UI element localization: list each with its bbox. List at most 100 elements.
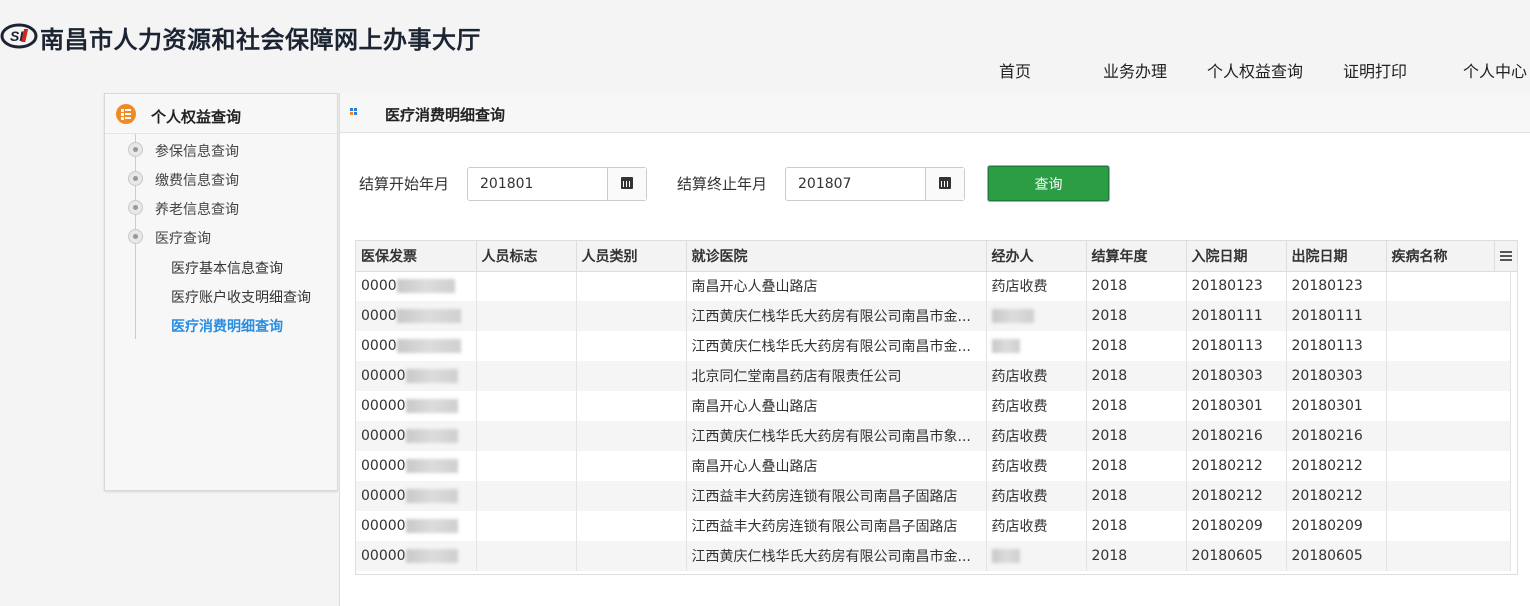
sidebar-sub-medical-account[interactable]: 医疗账户收支明细查询: [171, 287, 311, 307]
cell-hospital: 南昌开心人叠山路店: [686, 391, 987, 421]
cell-year: 2018: [1086, 451, 1187, 481]
cell-handler: 药店收费: [986, 451, 1087, 481]
nav-certificate-print[interactable]: 证明打印: [1343, 58, 1407, 82]
sidebar-item-medical[interactable]: 医疗查询: [155, 228, 211, 248]
cell-discharge-date: 20180111: [1286, 301, 1387, 331]
table-row[interactable]: 00000 江西黄庆仁栈华氏大药房有限公司南昌市象... 药店收费 2018 2…: [356, 421, 1511, 451]
redacted-mask: [396, 339, 461, 353]
calendar-icon[interactable]: [925, 168, 964, 200]
cell-disease: [1386, 301, 1511, 331]
column-header[interactable]: 医保发票: [356, 241, 477, 272]
cell-person-flag: [476, 391, 577, 421]
cell-invoice: 0000: [356, 331, 477, 361]
table-row[interactable]: 00000 南昌开心人叠山路店 药店收费 2018 20180212 20180…: [356, 451, 1511, 481]
table-row[interactable]: 0000 南昌开心人叠山路店 药店收费 2018 20180123 201801…: [356, 271, 1511, 301]
cell-person-type: [576, 481, 687, 511]
nav-personal-center[interactable]: 个人中心: [1463, 58, 1527, 82]
cell-admission-date: 20180216: [1186, 421, 1287, 451]
redacted-mask: [396, 279, 455, 294]
main-header: 医疗消费明细查询: [340, 93, 1530, 133]
table-row[interactable]: 00000 江西黄庆仁栈华氏大药房有限公司南昌市金... 2018 201806…: [356, 541, 1511, 571]
redacted-mask: [991, 339, 1020, 353]
cell-person-flag: [476, 271, 577, 301]
nav-personal-rights[interactable]: 个人权益查询: [1207, 58, 1303, 82]
cell-disease: [1386, 271, 1511, 301]
cell-invoice: 00000: [356, 361, 477, 391]
cell-person-type: [576, 331, 687, 361]
redacted-mask: [405, 459, 458, 473]
grid-icon: [350, 108, 358, 116]
column-header[interactable]: 出院日期: [1286, 241, 1387, 272]
start-month-input[interactable]: [468, 168, 607, 200]
search-button[interactable]: 查询: [988, 166, 1109, 201]
end-month-input[interactable]: [786, 168, 925, 200]
column-header[interactable]: 经办人: [986, 241, 1087, 272]
cell-year: 2018: [1086, 301, 1187, 331]
cell-discharge-date: 20180209: [1286, 511, 1387, 541]
column-header[interactable]: 人员标志: [476, 241, 577, 272]
column-header[interactable]: 结算年度: [1086, 241, 1187, 272]
column-header[interactable]: 入院日期: [1186, 241, 1287, 272]
sidebar-sub-medical-basic[interactable]: 医疗基本信息查询: [171, 258, 283, 278]
redacted-mask: [405, 489, 458, 503]
sidebar-header: 个人权益查询: [105, 94, 337, 134]
nav-home[interactable]: 首页: [999, 58, 1031, 82]
cell-admission-date: 20180212: [1186, 481, 1287, 511]
redacted-mask: [405, 429, 458, 443]
sidebar-title: 个人权益查询: [151, 108, 242, 126]
table-row[interactable]: 0000 江西黄庆仁栈华氏大药房有限公司南昌市金... 2018 2018011…: [356, 301, 1511, 331]
cell-discharge-date: 20180303: [1286, 361, 1387, 391]
sidebar-item-insurance-info[interactable]: 参保信息查询: [155, 141, 239, 161]
cell-hospital: 江西黄庆仁栈华氏大药房有限公司南昌市金...: [686, 541, 987, 571]
cell-hospital: 江西黄庆仁栈华氏大药房有限公司南昌市金...: [686, 301, 987, 331]
cell-discharge-date: 20180212: [1286, 451, 1387, 481]
list-icon: [116, 104, 136, 124]
cell-year: 2018: [1086, 421, 1187, 451]
cell-year: 2018: [1086, 331, 1187, 361]
table-row[interactable]: 00000 南昌开心人叠山路店 药店收费 2018 20180301 20180…: [356, 391, 1511, 421]
cell-handler: 药店收费: [986, 391, 1087, 421]
column-header[interactable]: 就诊医院: [686, 241, 987, 272]
results-table: 医保发票 人员标志 人员类别 就诊医院 经办人 结算年度 入院日期 出院日期 疾…: [355, 240, 1518, 575]
table-row[interactable]: 00000 江西益丰大药房连锁有限公司南昌子固路店 药店收费 2018 2018…: [356, 511, 1511, 541]
cell-person-type: [576, 271, 687, 301]
cell-hospital: 江西黄庆仁栈华氏大药房有限公司南昌市象...: [686, 421, 987, 451]
cell-invoice: 0000: [356, 301, 477, 331]
cell-discharge-date: 20180212: [1286, 481, 1387, 511]
redacted-mask: [396, 309, 461, 323]
cell-invoice: 00000: [356, 391, 477, 421]
cell-person-type: [576, 511, 687, 541]
cell-person-type: [576, 391, 687, 421]
table-row[interactable]: 00000 江西益丰大药房连锁有限公司南昌子固路店 药店收费 2018 2018…: [356, 481, 1511, 511]
cell-invoice: 0000: [356, 271, 477, 301]
cell-handler: [986, 301, 1087, 331]
cell-invoice: 00000: [356, 421, 477, 451]
end-month-label: 结算终止年月: [677, 175, 768, 193]
cell-year: 2018: [1086, 481, 1187, 511]
calendar-icon[interactable]: [607, 168, 646, 200]
column-header[interactable]: 人员类别: [576, 241, 687, 272]
cell-year: 2018: [1086, 271, 1187, 301]
cell-disease: [1386, 361, 1511, 391]
end-month-field: [785, 167, 965, 201]
sidebar-item-payment-info[interactable]: 缴费信息查询: [155, 170, 239, 190]
cell-hospital: 北京同仁堂南昌药店有限责任公司: [686, 361, 987, 391]
sidebar-item-pension-info[interactable]: 养老信息查询: [155, 199, 239, 219]
table-row[interactable]: 0000 江西黄庆仁栈华氏大药房有限公司南昌市金... 2018 2018011…: [356, 331, 1511, 361]
cell-admission-date: 20180113: [1186, 331, 1287, 361]
table-row[interactable]: 00000 北京同仁堂南昌药店有限责任公司 药店收费 2018 20180303…: [356, 361, 1511, 391]
column-menu-icon[interactable]: [1494, 241, 1517, 272]
sidebar: 个人权益查询 参保信息查询 缴费信息查询 养老信息查询 医疗查询 医疗基本信息查…: [104, 93, 338, 491]
cell-disease: [1386, 511, 1511, 541]
cell-invoice: 00000: [356, 511, 477, 541]
cell-handler: 药店收费: [986, 421, 1087, 451]
sidebar-sub-medical-consumption[interactable]: 医疗消费明细查询: [171, 316, 283, 336]
cell-disease: [1386, 421, 1511, 451]
cell-disease: [1386, 331, 1511, 361]
column-header[interactable]: 疾病名称: [1386, 241, 1511, 272]
nav-business[interactable]: 业务办理: [1103, 58, 1167, 82]
cell-person-type: [576, 421, 687, 451]
cell-person-flag: [476, 541, 577, 571]
redacted-mask: [405, 549, 458, 563]
redacted-mask: [405, 399, 458, 413]
